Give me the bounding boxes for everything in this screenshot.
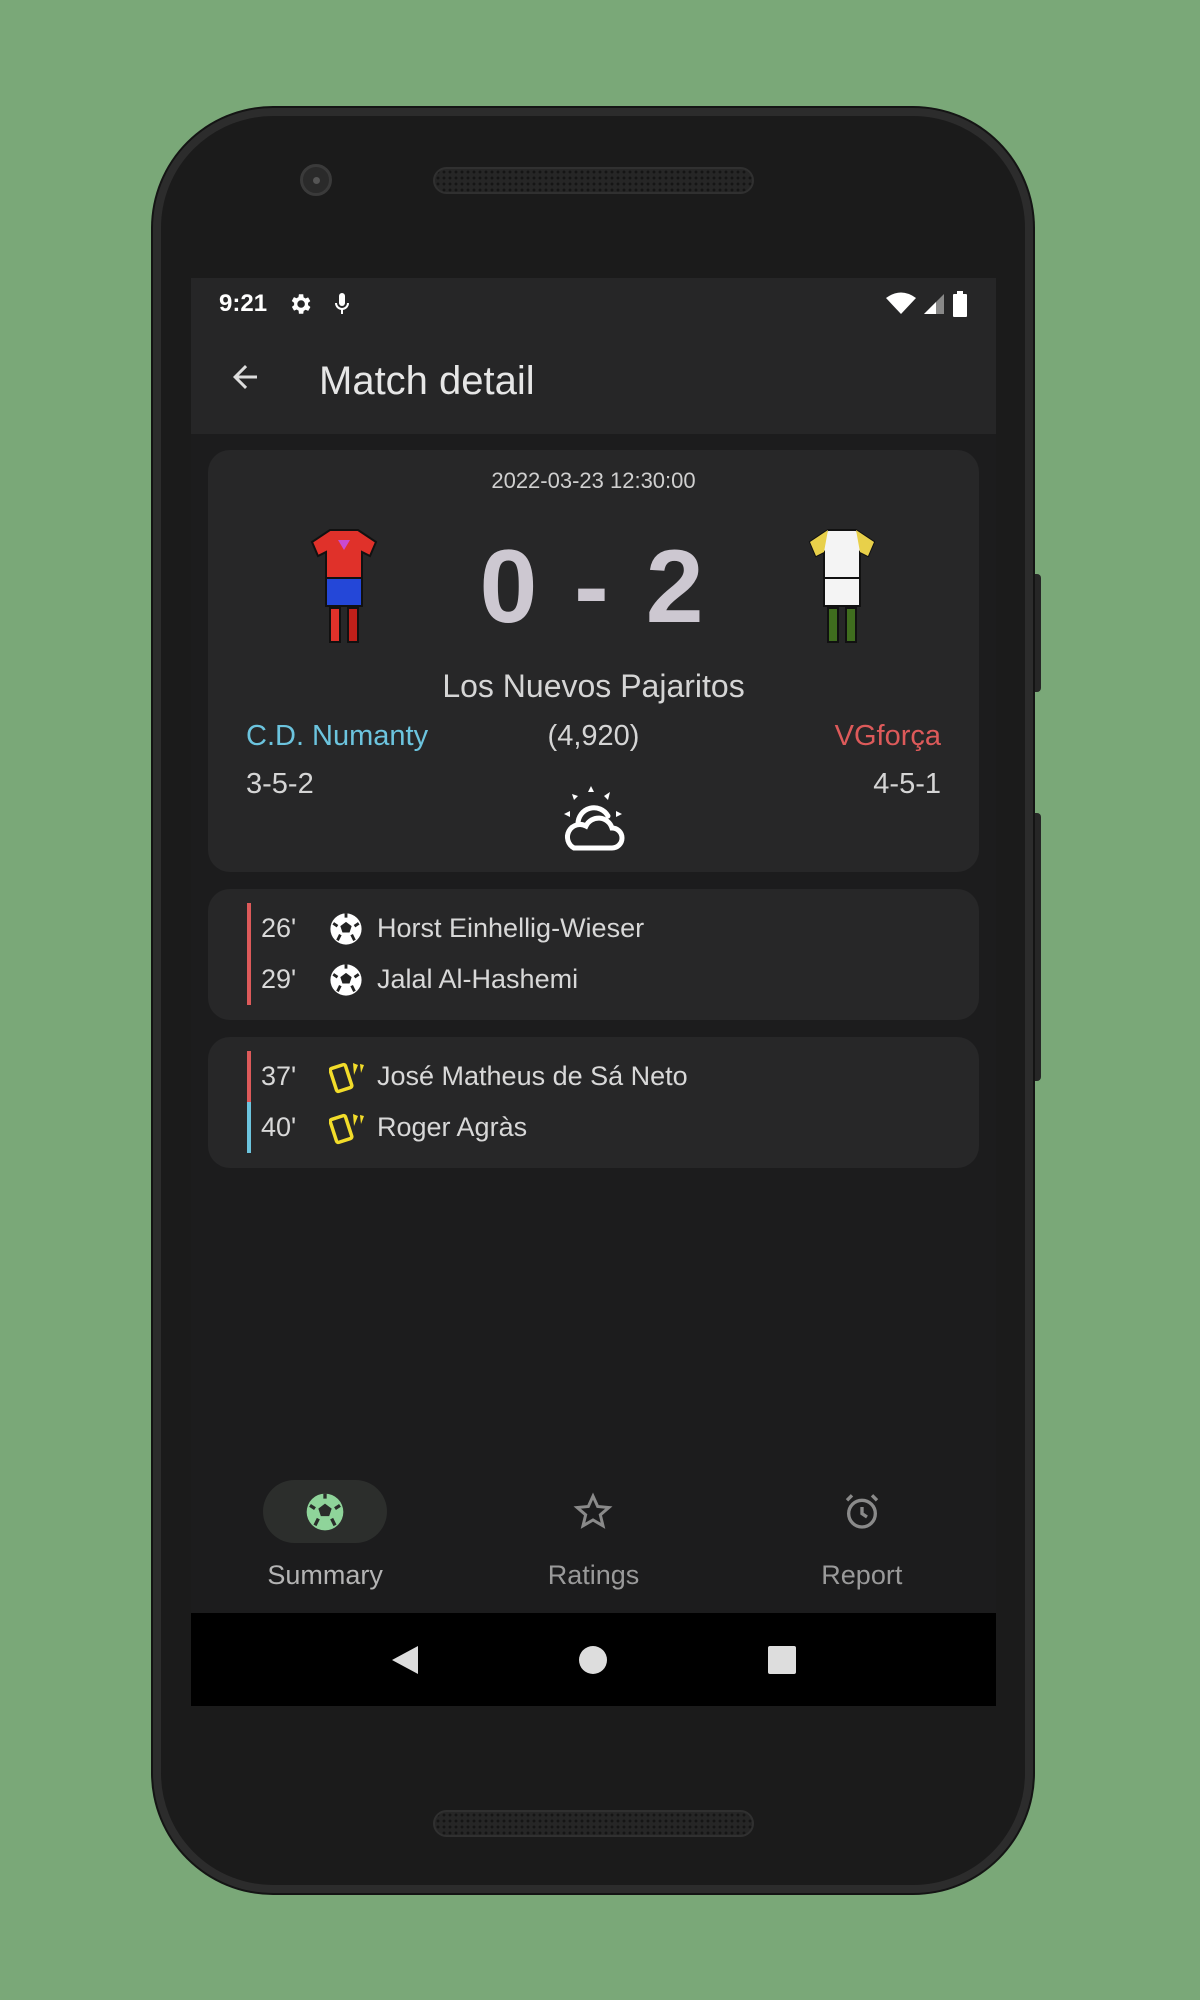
event-player: Jalal Al-Hashemi (377, 964, 579, 994)
tab-report[interactable]: Report (728, 1466, 996, 1613)
front-camera (300, 164, 332, 196)
alarm-clock-icon (845, 1494, 878, 1529)
home-circle-icon[interactable] (578, 1645, 608, 1675)
event-minute: 40' (261, 1112, 297, 1142)
away-kit-icon (808, 529, 876, 643)
earpiece-speaker (433, 167, 754, 194)
system-navigation-bar (191, 1613, 996, 1706)
tab-label: Report (821, 1560, 903, 1590)
venue: Los Nuevos Pajaritos (442, 668, 745, 704)
team-indicator (247, 1102, 251, 1153)
signal-icon (924, 293, 944, 314)
page-title: Match detail (319, 359, 535, 403)
tab-label: Summary (267, 1560, 383, 1590)
yellow-card-icon (329, 1113, 364, 1144)
tab-label: Ratings (547, 1560, 640, 1590)
home-formation: 3-5-2 (246, 768, 314, 800)
team-indicator (247, 954, 251, 1005)
bottom-speaker (433, 1810, 754, 1837)
screen: 9:21 Match detail 2022-03-23 12:30:00 0 … (191, 278, 996, 1706)
event-minute: 29' (261, 964, 297, 994)
yellow-card-icon (329, 1062, 364, 1093)
event-player: Roger Agràs (377, 1112, 528, 1142)
settings-icon (291, 293, 311, 314)
goal-event[interactable]: 29' Jalal Al-Hashemi (247, 954, 578, 1005)
team-indicator (247, 1051, 251, 1102)
away-team-name[interactable]: VGforça (835, 720, 941, 753)
app-bar: Match detail (191, 329, 996, 434)
status-time: 9:21 (219, 289, 268, 317)
card-event[interactable]: 37' José Matheus de Sá Neto (247, 1051, 688, 1102)
status-bar: 9:21 (191, 278, 996, 329)
event-minute: 26' (261, 913, 297, 943)
match-summary-card: 2022-03-23 12:30:00 0 - 2 Los Nuevos Paj… (208, 450, 979, 872)
bottom-navigation: Summary Ratings Report (191, 1466, 996, 1613)
arrow-left-icon (233, 364, 257, 389)
back-button[interactable] (227, 359, 291, 405)
event-minute: 37' (261, 1061, 297, 1091)
cards-card: 37' José Matheus de Sá Neto 40' Roger Ag… (208, 1037, 979, 1168)
tab-ratings[interactable]: Ratings (459, 1466, 727, 1613)
goals-card: 26' Horst Einhellig-Wieser 29' Jalal Al-… (208, 889, 979, 1020)
wifi-icon (886, 292, 916, 314)
away-formation: 4-5-1 (873, 768, 941, 800)
match-datetime: 2022-03-23 12:30:00 (491, 468, 696, 493)
soccer-ball-icon (306, 1493, 344, 1531)
event-player: José Matheus de Sá Neto (377, 1061, 688, 1091)
mic-icon (335, 292, 350, 314)
partly-cloudy-icon (564, 786, 625, 851)
battery-icon (953, 290, 967, 317)
team-indicator (247, 903, 251, 954)
card-event[interactable]: 40' Roger Agràs (247, 1102, 527, 1153)
recents-square-icon[interactable] (767, 1645, 797, 1675)
star-icon (573, 1492, 613, 1529)
tab-summary[interactable]: Summary (191, 1466, 459, 1613)
goal-event[interactable]: 26' Horst Einhellig-Wieser (247, 903, 644, 954)
event-player: Horst Einhellig-Wieser (377, 913, 645, 943)
soccer-ball-icon (330, 963, 362, 996)
back-triangle-icon[interactable] (390, 1644, 420, 1676)
soccer-ball-icon (330, 912, 362, 945)
